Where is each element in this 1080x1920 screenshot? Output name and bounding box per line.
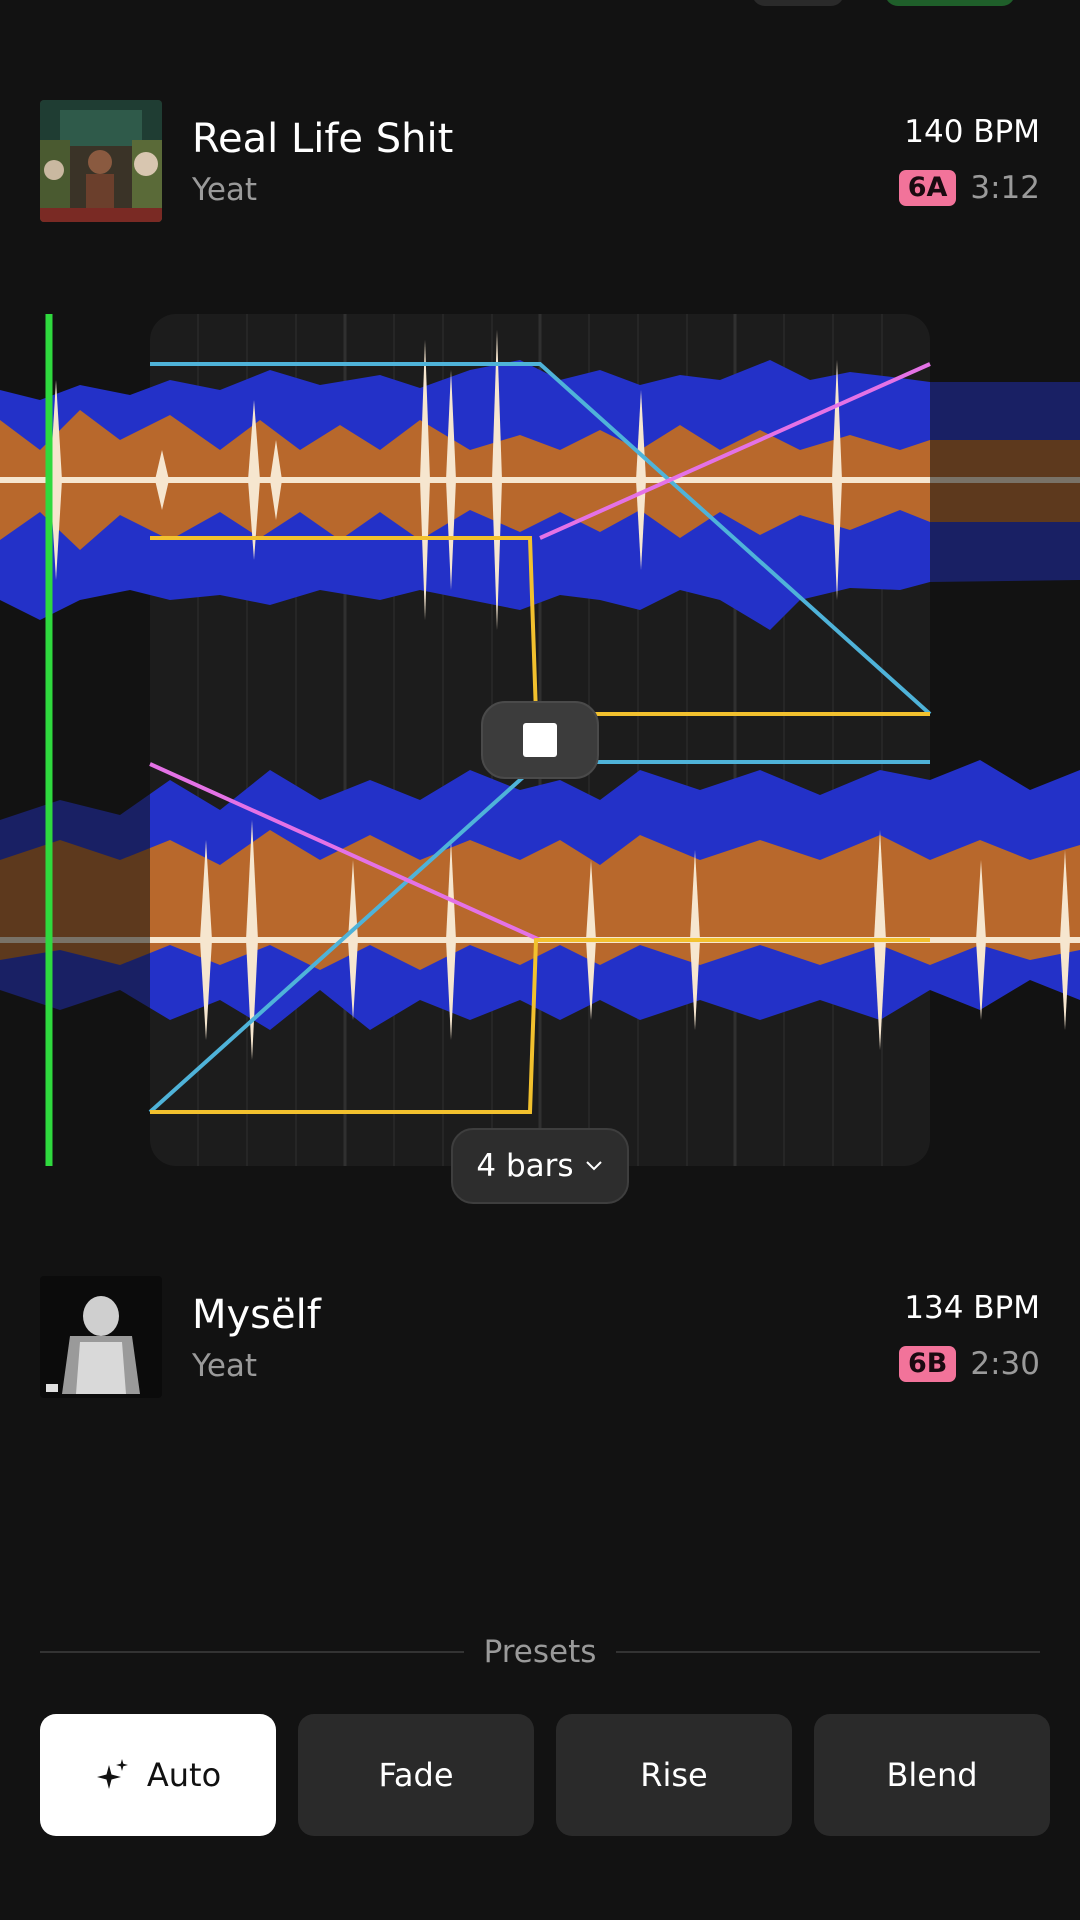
track-a-duration: 3:12: [970, 170, 1040, 206]
preset-list: Auto Fade Rise Blend: [40, 1714, 1080, 1836]
track-b-key-badge: 6B: [899, 1346, 957, 1382]
preset-auto-button[interactable]: Auto: [40, 1714, 276, 1836]
preset-blend-label: Blend: [886, 1756, 978, 1794]
presets-divider-right: [616, 1651, 1041, 1653]
preset-rise-button[interactable]: Rise: [556, 1714, 792, 1836]
sparkle-icon: [96, 1759, 128, 1789]
top-action-pill[interactable]: [885, 0, 1015, 6]
preset-auto-label: Auto: [146, 1756, 222, 1794]
track-a-cover-art: [40, 100, 162, 222]
track-a-header: Real Life Shit Yeat 140 BPM 6A 3:12: [40, 100, 1040, 224]
track-b-cover-art: [40, 1276, 162, 1398]
track-a-key-badge: 6A: [898, 170, 957, 206]
chevron-down-icon: [585, 1161, 602, 1171]
preset-fade-label: Fade: [378, 1756, 454, 1794]
stop-button[interactable]: [481, 701, 599, 779]
transition-length-label: 4 bars: [476, 1148, 574, 1184]
track-b-bpm: 134 BPM: [904, 1290, 1040, 1326]
presets-header: Presets: [40, 1630, 1041, 1674]
track-a-artist: Yeat: [192, 172, 258, 208]
preset-rise-label: Rise: [640, 1756, 708, 1794]
presets-divider-left: [40, 1651, 464, 1653]
preset-blend-button[interactable]: Blend: [814, 1714, 1050, 1836]
track-b-duration: 2:30: [970, 1346, 1040, 1382]
track-b-header: Mysëlf Yeat 134 BPM 6B 2:30: [40, 1276, 1040, 1400]
track-a-meta: 6A 3:12: [898, 170, 1040, 206]
track-a-title: Real Life Shit: [192, 116, 454, 162]
preset-fade-button[interactable]: Fade: [298, 1714, 534, 1836]
track-b-artist: Yeat: [192, 1348, 258, 1384]
track-a-bpm: 140 BPM: [904, 114, 1040, 150]
track-b-title: Mysëlf: [192, 1292, 321, 1338]
stop-icon: [523, 723, 557, 757]
track-b-meta: 6B 2:30: [899, 1346, 1040, 1382]
transition-length-dropdown[interactable]: 4 bars: [451, 1128, 629, 1204]
top-control-pill[interactable]: [752, 0, 844, 6]
presets-title: Presets: [483, 1634, 597, 1670]
